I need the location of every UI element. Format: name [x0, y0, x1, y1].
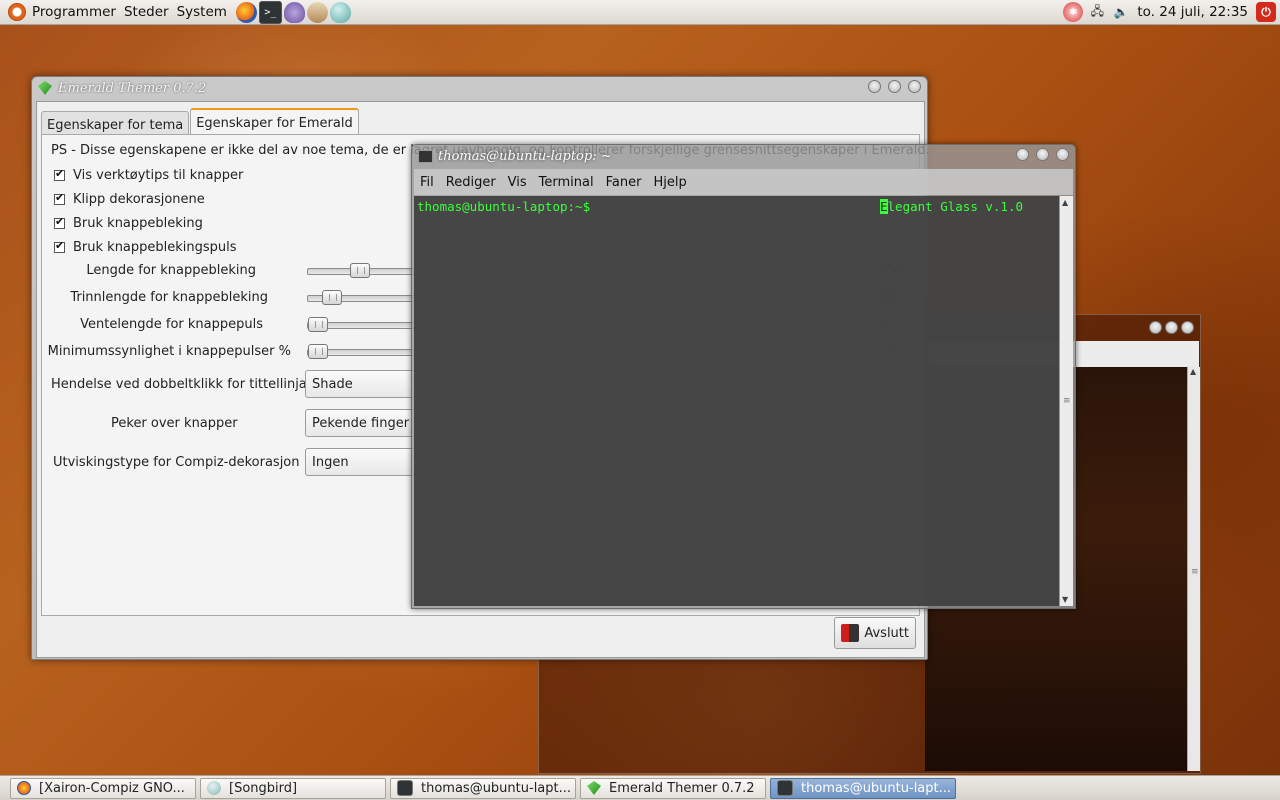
- scroll-up-icon[interactable]: ▲: [1062, 198, 1068, 207]
- terminal-icon: [397, 780, 413, 796]
- slider-label-pulse-wait: Ventelengde for knappepuls: [80, 317, 263, 332]
- terminal-icon: [777, 780, 793, 796]
- bottom-panel: [Xairon-Compiz GNO... [Songbird] thomas@…: [0, 775, 1280, 800]
- window-title: Emerald Themer 0.7.2: [58, 80, 207, 96]
- minimize-icon[interactable]: [1015, 147, 1029, 161]
- ubuntu-logo-icon[interactable]: [8, 3, 26, 21]
- quit-button[interactable]: Avslutt: [834, 617, 916, 649]
- taskbar-item-terminal-2[interactable]: thomas@ubuntu-lapt...: [770, 777, 956, 799]
- emerald-gem-icon: [38, 81, 52, 95]
- maximize-icon[interactable]: [887, 79, 901, 93]
- menu-rediger[interactable]: Rediger: [440, 175, 502, 190]
- shell-prompt: thomas@ubuntu-laptop:~$: [417, 199, 591, 214]
- slider-thumb[interactable]: [350, 263, 370, 278]
- checkbox-clip-decorations[interactable]: Klipp dekorasjonene: [54, 191, 205, 207]
- taskbar-label: thomas@ubuntu-lapt...: [421, 780, 572, 796]
- volume-icon[interactable]: 🔈: [1111, 2, 1131, 22]
- slider-thumb[interactable]: [322, 290, 342, 305]
- checkbox-button-fade-pulse[interactable]: Bruk knappeblekingspuls: [54, 239, 237, 255]
- taskbar-label: [Xairon-Compiz GNO...: [39, 780, 185, 796]
- network-icon[interactable]: 🖧: [1087, 2, 1107, 22]
- exit-icon: [841, 624, 860, 642]
- theme-name-text: Elegant Glass v.1.0: [880, 199, 1023, 214]
- songbird-icon: [207, 781, 221, 795]
- taskbar-item-xairon[interactable]: [Xairon-Compiz GNO...: [10, 777, 196, 799]
- menu-terminal[interactable]: Terminal: [533, 175, 600, 190]
- scroll-grip-icon[interactable]: ≡: [1191, 567, 1199, 577]
- checkbox-checked-icon[interactable]: [54, 239, 65, 253]
- scroll-grip-icon[interactable]: ≡: [1063, 396, 1071, 406]
- contacts-launcher-icon[interactable]: [306, 1, 328, 23]
- combo-value: Pekende finger: [312, 416, 410, 431]
- emerald-icon: [587, 781, 601, 795]
- clock[interactable]: to. 24 juli, 22:35: [1137, 4, 1248, 20]
- checkbox-label: Bruk knappebleking: [73, 216, 203, 231]
- scroll-down-icon[interactable]: ▼: [1062, 595, 1068, 604]
- songbird-launcher-icon[interactable]: [329, 1, 351, 23]
- terminal-window: thomas@ubuntu-laptop: ~ Fil Rediger Vis …: [411, 144, 1076, 609]
- combo-label-pointer: Peker over knapper: [111, 416, 238, 431]
- terminal-screen[interactable]: thomas@ubuntu-laptop:~$ Elegant Glass v.…: [414, 196, 1059, 606]
- pidgin-launcher-icon[interactable]: [283, 1, 305, 23]
- taskbar-label: Emerald Themer 0.7.2: [609, 780, 755, 796]
- menu-programmer[interactable]: Programmer: [32, 4, 124, 20]
- power-icon[interactable]: ⏻: [1256, 2, 1276, 22]
- combo-label-blur: Utviskingstype for Compiz-dekorasjon: [53, 455, 300, 470]
- top-panel: Programmer Steder System >_ ✱ 🖧 🔈 to. 24…: [0, 0, 1280, 25]
- minimize-icon[interactable]: [1149, 320, 1162, 334]
- close-icon[interactable]: [908, 79, 921, 93]
- text-cursor: E: [880, 199, 888, 214]
- terminal-scrollbar[interactable]: ▲ ≡ ▼: [1059, 196, 1073, 606]
- close-icon[interactable]: [1056, 147, 1069, 161]
- quit-label: Avslutt: [864, 625, 909, 641]
- slider-thumb[interactable]: [308, 344, 328, 359]
- menu-steder[interactable]: Steder: [124, 4, 177, 20]
- scroll-up-icon[interactable]: ▲: [1190, 367, 1196, 376]
- checkbox-checked-icon[interactable]: [54, 191, 65, 205]
- background-window-scrollbar[interactable]: ▲ ≡: [1187, 367, 1200, 771]
- checkbox-checked-icon[interactable]: [54, 215, 65, 229]
- checkbox-tooltips[interactable]: Vis verktøytips til knapper: [54, 167, 244, 183]
- terminal-launcher-icon[interactable]: >_: [258, 0, 282, 24]
- taskbar-item-songbird[interactable]: [Songbird]: [200, 777, 386, 799]
- terminal-titlebar[interactable]: thomas@ubuntu-laptop: ~: [412, 145, 1075, 167]
- checkbox-label: Vis verktøytips til knapper: [73, 168, 244, 183]
- minimize-icon[interactable]: [867, 79, 881, 93]
- menu-hjelp[interactable]: Hjelp: [647, 175, 692, 190]
- checkbox-button-fade[interactable]: Bruk knappebleking: [54, 215, 203, 231]
- taskbar-item-terminal-1[interactable]: thomas@ubuntu-lapt...: [390, 777, 576, 799]
- taskbar-label: [Songbird]: [229, 780, 298, 796]
- menu-faner[interactable]: Faner: [600, 175, 648, 190]
- checkbox-label: Bruk knappeblekingspuls: [73, 240, 237, 255]
- checkbox-checked-icon[interactable]: [54, 167, 65, 181]
- emerald-titlebar[interactable]: Emerald Themer 0.7.2: [32, 77, 927, 99]
- menu-fil[interactable]: Fil: [414, 175, 440, 190]
- terminal-icon: [418, 149, 433, 163]
- menu-system[interactable]: System: [177, 4, 235, 20]
- system-tray: ✱ 🖧 🔈 to. 24 juli, 22:35 ⏻: [1061, 2, 1280, 22]
- slider-label-fade-length: Lengde for knappebleking: [86, 263, 256, 278]
- update-alert-icon[interactable]: ✱: [1063, 2, 1084, 22]
- maximize-icon[interactable]: [1165, 320, 1178, 334]
- theme-name-rest: legant Glass v.1.0: [887, 199, 1023, 214]
- taskbar-label: thomas@ubuntu-lapt...: [801, 780, 952, 796]
- slider-thumb[interactable]: [308, 317, 328, 332]
- checkbox-label: Klipp dekorasjonene: [73, 192, 205, 207]
- combo-label-double-click: Hendelse ved dobbeltklikk for tittellinj…: [51, 377, 307, 392]
- slider-label-min-visibility: Minimumssynlighet i knappepulser %: [47, 344, 291, 359]
- close-icon[interactable]: [1181, 320, 1194, 334]
- maximize-icon[interactable]: [1035, 147, 1049, 161]
- firefox-icon: [17, 781, 31, 795]
- combo-value: Ingen: [312, 455, 349, 470]
- menu-vis[interactable]: Vis: [502, 175, 533, 190]
- slider-label-fade-step: Trinnlengde for knappebleking: [70, 290, 268, 305]
- firefox-launcher-icon[interactable]: [235, 1, 257, 23]
- combo-value: Shade: [312, 377, 353, 392]
- taskbar-item-emerald[interactable]: Emerald Themer 0.7.2: [580, 777, 766, 799]
- terminal-menubar: Fil Rediger Vis Terminal Faner Hjelp: [414, 169, 1073, 195]
- window-title: thomas@ubuntu-laptop: ~: [438, 148, 612, 164]
